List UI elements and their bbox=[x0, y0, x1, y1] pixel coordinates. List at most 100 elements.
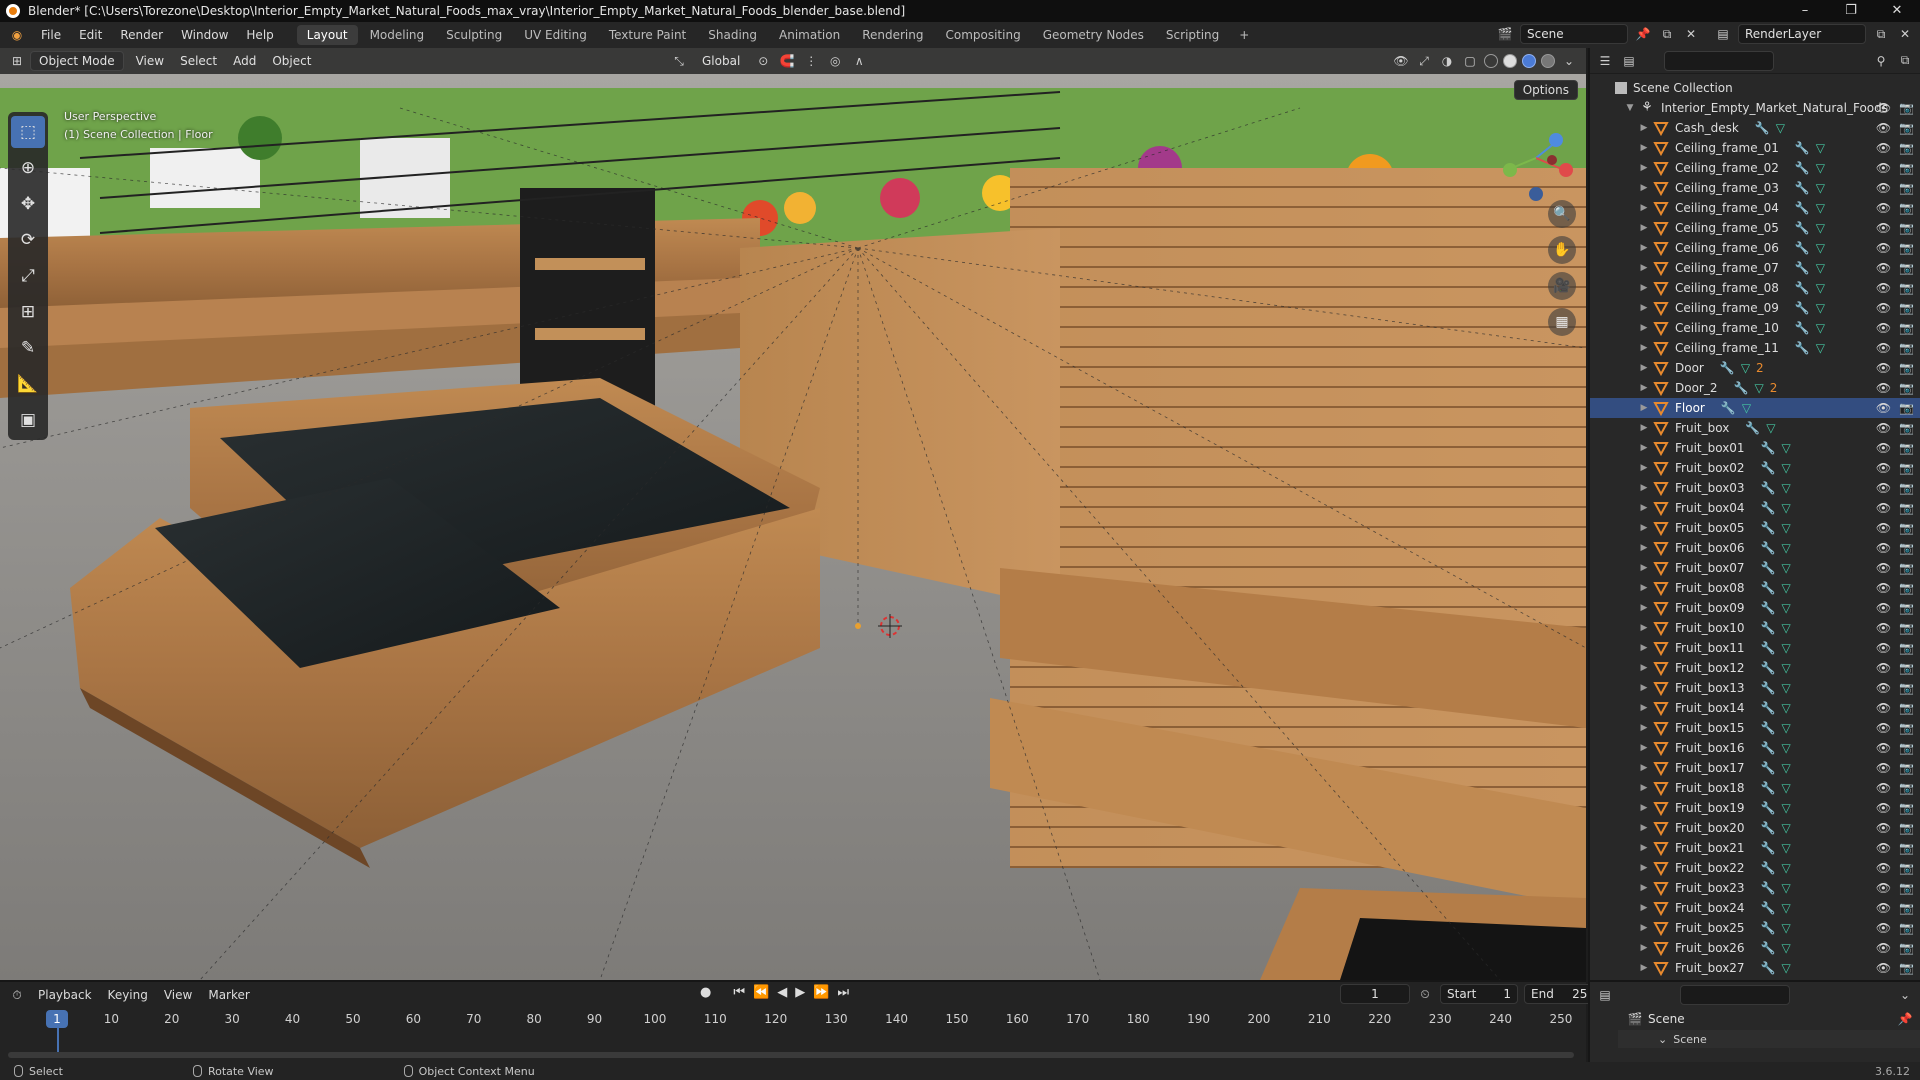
eye-icon[interactable]: 👁 bbox=[1876, 801, 1891, 815]
falloff-icon[interactable]: ∧ bbox=[850, 52, 868, 70]
eye-icon[interactable]: 👁 bbox=[1876, 481, 1891, 495]
eye-icon[interactable]: 👁 bbox=[1876, 761, 1891, 775]
mesh-data-icon[interactable]: ▽ bbox=[1782, 921, 1791, 935]
camera-icon[interactable]: 📷 bbox=[1899, 381, 1914, 395]
solid-shading-icon[interactable] bbox=[1503, 54, 1517, 68]
gizmo-toggle-icon[interactable]: ⤢ bbox=[1415, 52, 1433, 70]
pin-icon[interactable]: 📌 bbox=[1896, 1010, 1914, 1028]
record-icon[interactable]: ● bbox=[700, 985, 711, 1000]
select-box-tool[interactable]: ⬚ bbox=[11, 116, 45, 148]
collection-row[interactable]: ▼ ⚘ Interior_Empty_Market_Natural_Foods … bbox=[1590, 98, 1920, 118]
outliner-item-fruit_box13[interactable]: ▶ Fruit_box13 🔧 ▽ 👁 📷 bbox=[1590, 678, 1920, 698]
expand-icon[interactable]: ▶ bbox=[1638, 663, 1650, 673]
expand-icon[interactable]: ▶ bbox=[1638, 763, 1650, 773]
scale-tool[interactable]: ⤢ bbox=[11, 260, 45, 292]
mesh-data-icon[interactable]: ▽ bbox=[1782, 801, 1791, 815]
modifier-wrench-icon[interactable]: 🔧 bbox=[1795, 201, 1810, 215]
tab-rendering[interactable]: Rendering bbox=[852, 25, 933, 45]
outliner-item-fruit_box27[interactable]: ▶ Fruit_box27 🔧 ▽ 👁 📷 bbox=[1590, 958, 1920, 978]
eye-icon[interactable]: 👁 bbox=[1876, 281, 1891, 295]
scene-icon[interactable]: 🎬 bbox=[1496, 25, 1514, 43]
expand-icon[interactable]: ▶ bbox=[1638, 303, 1650, 313]
mesh-data-icon[interactable]: ▽ bbox=[1782, 701, 1791, 715]
orientation-dropdown[interactable]: Global bbox=[694, 52, 748, 70]
eye-icon[interactable]: 👁 bbox=[1876, 401, 1891, 415]
camera-icon[interactable]: 📷 bbox=[1899, 961, 1914, 975]
outliner-item-fruit_box15[interactable]: ▶ Fruit_box15 🔧 ▽ 👁 📷 bbox=[1590, 718, 1920, 738]
material-shading-icon[interactable] bbox=[1522, 54, 1536, 68]
scene-collection-row[interactable]: Scene Collection bbox=[1590, 78, 1920, 98]
camera-icon[interactable]: 📷 bbox=[1899, 141, 1914, 155]
mesh-data-icon[interactable]: ▽ bbox=[1782, 621, 1791, 635]
viewport-menu-select[interactable]: Select bbox=[172, 52, 225, 70]
modifier-wrench-icon[interactable]: 🔧 bbox=[1761, 801, 1776, 815]
camera-icon[interactable]: 📷 bbox=[1899, 281, 1914, 295]
mesh-data-icon[interactable]: ▽ bbox=[1766, 421, 1775, 435]
next-keyframe-icon[interactable]: ⏩ bbox=[813, 985, 829, 1000]
transform-tool[interactable]: ⊞ bbox=[11, 296, 45, 328]
tab-uv-editing[interactable]: UV Editing bbox=[514, 25, 597, 45]
camera-icon[interactable]: 📷 bbox=[1899, 641, 1914, 655]
mesh-data-icon[interactable]: ▽ bbox=[1782, 761, 1791, 775]
camera-icon[interactable]: 📷 bbox=[1899, 461, 1914, 475]
expand-icon[interactable]: ▶ bbox=[1638, 943, 1650, 953]
eye-icon[interactable]: 👁 bbox=[1876, 101, 1891, 115]
eye-icon[interactable]: 👁 bbox=[1876, 181, 1891, 195]
outliner-search-input[interactable] bbox=[1664, 50, 1774, 71]
mesh-data-icon[interactable]: ▽ bbox=[1782, 501, 1791, 515]
modifier-wrench-icon[interactable]: 🔧 bbox=[1761, 941, 1776, 955]
outliner-item-fruit_box05[interactable]: ▶ Fruit_box05 🔧 ▽ 👁 📷 bbox=[1590, 518, 1920, 538]
outliner-item-fruit_box09[interactable]: ▶ Fruit_box09 🔧 ▽ 👁 📷 bbox=[1590, 598, 1920, 618]
modifier-wrench-icon[interactable]: 🔧 bbox=[1720, 361, 1735, 375]
expand-icon[interactable]: ▶ bbox=[1638, 583, 1650, 593]
mesh-data-icon[interactable]: ▽ bbox=[1816, 141, 1825, 155]
eye-icon[interactable]: 👁 bbox=[1876, 641, 1891, 655]
camera-icon[interactable]: 📷 bbox=[1899, 261, 1914, 275]
eye-icon[interactable]: 👁 bbox=[1876, 561, 1891, 575]
eye-icon[interactable]: 👁 bbox=[1876, 141, 1891, 155]
viewport-menu-object[interactable]: Object bbox=[264, 52, 319, 70]
eye-icon[interactable]: 👁 bbox=[1876, 701, 1891, 715]
expand-icon[interactable]: ▶ bbox=[1638, 863, 1650, 873]
camera-icon[interactable]: 📷 bbox=[1899, 761, 1914, 775]
outliner-item-fruit_box19[interactable]: ▶ Fruit_box19 🔧 ▽ 👁 📷 bbox=[1590, 798, 1920, 818]
new-view-layer-icon[interactable]: ⧉ bbox=[1872, 25, 1890, 43]
outliner-item-fruit_box01[interactable]: ▶ Fruit_box01 🔧 ▽ 👁 📷 bbox=[1590, 438, 1920, 458]
camera-icon[interactable]: 📷 bbox=[1899, 781, 1914, 795]
eye-icon[interactable]: 👁 bbox=[1876, 881, 1891, 895]
camera-icon[interactable]: 📷 bbox=[1899, 121, 1914, 135]
eye-icon[interactable]: 👁 bbox=[1876, 721, 1891, 735]
modifier-wrench-icon[interactable]: 🔧 bbox=[1755, 121, 1770, 135]
modifier-wrench-icon[interactable]: 🔧 bbox=[1734, 381, 1749, 395]
tab-shading[interactable]: Shading bbox=[698, 25, 767, 45]
close-button[interactable]: ✕ bbox=[1874, 0, 1920, 22]
expand-icon[interactable]: ▶ bbox=[1638, 543, 1650, 553]
eye-icon[interactable]: 👁 bbox=[1876, 781, 1891, 795]
properties-editor-icon[interactable]: ▤ bbox=[1596, 986, 1614, 1004]
eye-icon[interactable]: 👁 bbox=[1876, 901, 1891, 915]
expand-icon[interactable]: ▶ bbox=[1638, 183, 1650, 193]
measure-tool[interactable]: 📐 bbox=[11, 368, 45, 400]
modifier-wrench-icon[interactable]: 🔧 bbox=[1761, 601, 1776, 615]
eye-icon[interactable]: 👁 bbox=[1876, 381, 1891, 395]
camera-icon[interactable]: 📷 bbox=[1899, 721, 1914, 735]
modifier-wrench-icon[interactable]: 🔧 bbox=[1795, 221, 1810, 235]
outliner-editor-icon[interactable]: ☰ bbox=[1596, 52, 1614, 70]
outliner-item-ceiling_frame_04[interactable]: ▶ Ceiling_frame_04 🔧 ▽ 👁 📷 bbox=[1590, 198, 1920, 218]
tab-modeling[interactable]: Modeling bbox=[360, 25, 435, 45]
camera-icon[interactable]: 📷 bbox=[1899, 941, 1914, 955]
camera-icon[interactable]: 📷 bbox=[1899, 501, 1914, 515]
pivot-icon[interactable]: ⊙ bbox=[754, 52, 772, 70]
outliner-item-fruit_box23[interactable]: ▶ Fruit_box23 🔧 ▽ 👁 📷 bbox=[1590, 878, 1920, 898]
outliner-item-fruit_box07[interactable]: ▶ Fruit_box07 🔧 ▽ 👁 📷 bbox=[1590, 558, 1920, 578]
object-mode-dropdown[interactable]: Object Mode bbox=[30, 51, 124, 71]
expand-icon[interactable]: ▶ bbox=[1638, 483, 1650, 493]
tab-texture-paint[interactable]: Texture Paint bbox=[599, 25, 696, 45]
expand-icon[interactable]: ▶ bbox=[1638, 803, 1650, 813]
z-axis-icon[interactable] bbox=[1549, 133, 1563, 147]
modifier-wrench-icon[interactable]: 🔧 bbox=[1761, 681, 1776, 695]
eye-icon[interactable]: 👁 bbox=[1876, 821, 1891, 835]
expand-icon[interactable]: ▶ bbox=[1638, 603, 1650, 613]
expand-icon[interactable]: ▶ bbox=[1638, 423, 1650, 433]
outliner-item-fruit_box25[interactable]: ▶ Fruit_box25 🔧 ▽ 👁 📷 bbox=[1590, 918, 1920, 938]
